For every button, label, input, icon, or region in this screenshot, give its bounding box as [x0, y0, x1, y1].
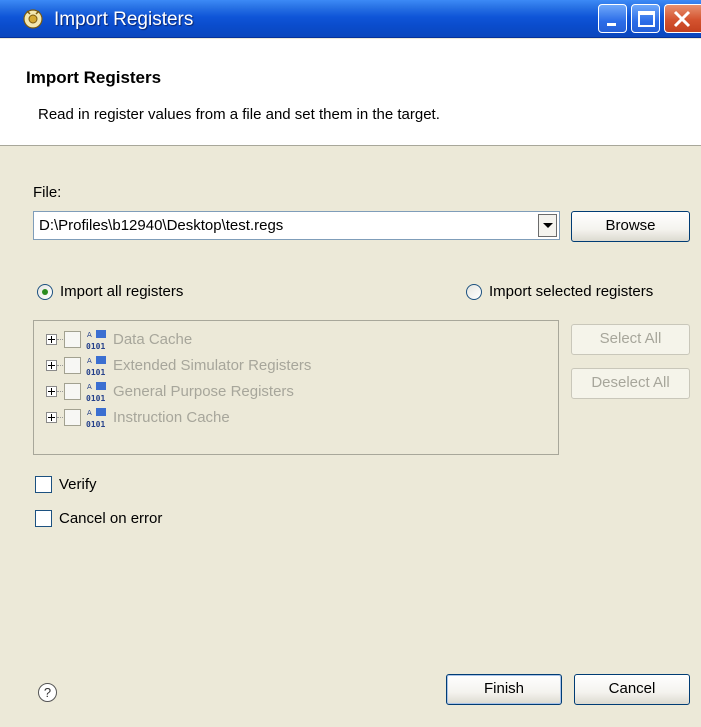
tree-item[interactable]: A 0101 Extended Simulator Registers [34, 353, 554, 379]
tree-item-checkbox[interactable] [64, 331, 81, 348]
import-selected-radio[interactable] [466, 284, 482, 300]
tree-item-checkbox[interactable] [64, 409, 81, 426]
tree-item[interactable]: A 0101 General Purpose Registers [34, 379, 554, 405]
header-description: Read in register values from a file and … [38, 106, 440, 123]
verify-checkbox[interactable] [35, 476, 52, 493]
tree-item-checkbox[interactable] [64, 357, 81, 374]
file-path-value: D:\Profiles\b12940\Desktop\test.regs [39, 217, 284, 234]
tree-connector [57, 365, 63, 366]
expand-icon[interactable] [46, 386, 57, 397]
title-bar[interactable]: Import Registers [0, 0, 701, 38]
combo-dropdown-button[interactable] [538, 214, 557, 237]
select-all-button[interactable]: Select All [571, 324, 690, 355]
maximize-button[interactable] [631, 4, 660, 33]
register-tree[interactable]: A 0101 Data Cache A 0101 Extended Simulato… [33, 320, 559, 455]
dialog-header: Import Registers Read in register values… [0, 39, 701, 146]
tree-connector [57, 417, 63, 418]
cancel-button[interactable]: Cancel [574, 674, 690, 705]
expand-icon[interactable] [46, 334, 57, 345]
register-group-icon: A 0101 [86, 408, 106, 429]
svg-text:0101: 0101 [86, 394, 105, 403]
tree-item-label: General Purpose Registers [113, 383, 294, 400]
close-icon [673, 10, 691, 28]
minimize-icon [607, 23, 616, 26]
tree-item[interactable]: A 0101 Data Cache [34, 327, 554, 353]
tree-item-label: Extended Simulator Registers [113, 357, 312, 374]
register-group-icon: A 0101 [86, 330, 106, 351]
import-selected-label[interactable]: Import selected registers [489, 283, 653, 300]
import-registers-dialog: Import Registers Import Registers Read i… [0, 0, 701, 727]
tree-item[interactable]: A 0101 Instruction Cache [34, 405, 554, 431]
cancel-on-error-label[interactable]: Cancel on error [59, 510, 162, 527]
register-group-icon: A 0101 [86, 356, 106, 377]
svg-text:A: A [87, 383, 92, 391]
tree-item-checkbox[interactable] [64, 383, 81, 400]
maximize-icon [638, 11, 655, 27]
register-import-icon [23, 9, 43, 29]
cancel-on-error-checkbox[interactable] [35, 510, 52, 527]
import-all-radio[interactable] [37, 284, 53, 300]
dialog-body: File: D:\Profiles\b12940\Desktop\test.re… [0, 147, 701, 727]
finish-button[interactable]: Finish [446, 674, 562, 705]
tree-item-label: Data Cache [113, 331, 193, 348]
browse-button[interactable]: Browse [571, 211, 690, 242]
svg-text:A: A [87, 409, 92, 417]
window-title: Import Registers [54, 9, 194, 30]
tree-item-label: Instruction Cache [113, 409, 230, 426]
chevron-down-icon [543, 223, 553, 228]
help-icon[interactable]: ? [38, 683, 57, 702]
svg-text:A: A [87, 357, 92, 365]
file-path-combo[interactable]: D:\Profiles\b12940\Desktop\test.regs [33, 211, 560, 240]
svg-text:A: A [87, 331, 92, 339]
close-button[interactable] [664, 4, 701, 33]
verify-label[interactable]: Verify [59, 476, 97, 493]
tree-connector [57, 391, 63, 392]
header-title: Import Registers [26, 68, 162, 87]
svg-text:0101: 0101 [86, 368, 105, 377]
import-all-label[interactable]: Import all registers [60, 283, 183, 300]
minimize-button[interactable] [598, 4, 627, 33]
deselect-all-button[interactable]: Deselect All [571, 368, 690, 399]
tree-connector [57, 339, 63, 340]
file-label: File: [33, 184, 62, 201]
svg-text:0101: 0101 [86, 420, 105, 429]
expand-icon[interactable] [46, 360, 57, 371]
svg-text:0101: 0101 [86, 342, 105, 351]
register-group-icon: A 0101 [86, 382, 106, 403]
expand-icon[interactable] [46, 412, 57, 423]
